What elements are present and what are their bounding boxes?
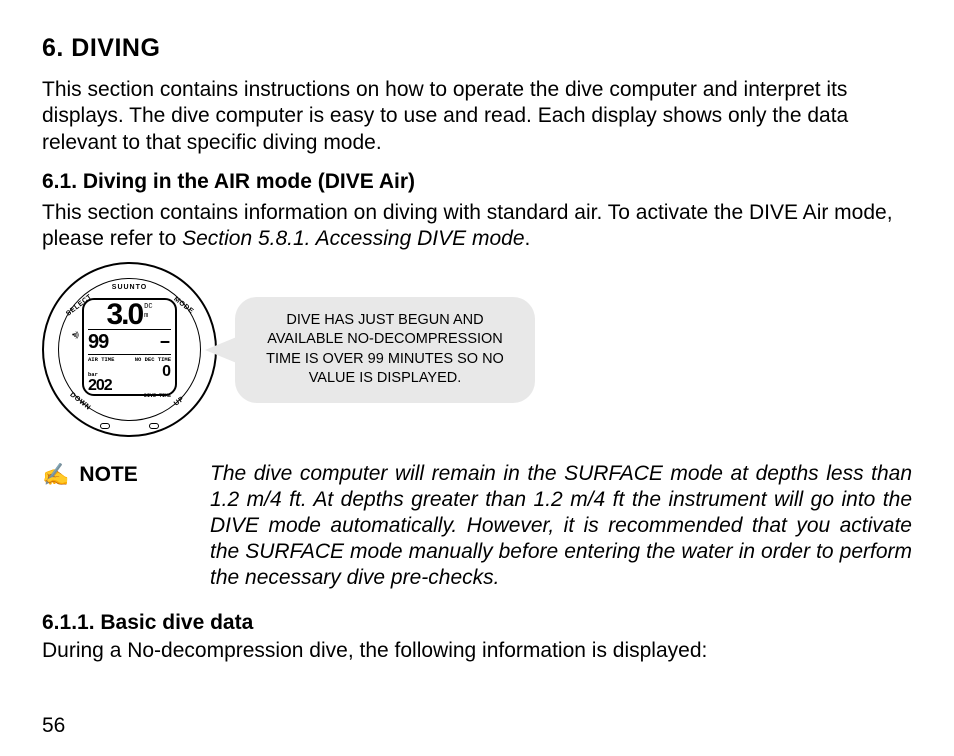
mid-row: 99 –: [88, 329, 171, 354]
nodec-label: NO DEC TIME: [135, 356, 171, 363]
note-body: The dive computer will remain in the SUR…: [210, 461, 912, 591]
page-number: 56: [42, 714, 65, 738]
watch-screen: 3.0 DC m 99 – AIR TIME NO DEC TIME bar 2…: [82, 298, 177, 396]
note-header: ✍ NOTE: [42, 461, 192, 487]
divetime-value: 0: [162, 363, 171, 381]
callout-bubble: DIVE HAS JUST BEGUN AND AVAILABLE NO-DEC…: [235, 297, 535, 403]
note-block: ✍ NOTE The dive computer will remain in …: [42, 461, 912, 591]
sub1-text-b: .: [525, 227, 531, 250]
depth-row: 3.0 DC m: [88, 302, 171, 328]
subsection-6-1-1-heading: 6.1.1. Basic dive data: [42, 611, 912, 635]
note-icon: ✍: [42, 464, 69, 486]
mid-labels: AIR TIME NO DEC TIME: [88, 354, 171, 363]
subsection-6-1-1-text: During a No-decompression dive, the foll…: [42, 639, 912, 663]
note-label: NOTE: [79, 463, 137, 487]
pressure-value: 202: [88, 377, 112, 394]
watch-lug-left: [100, 423, 110, 429]
subsection-6-1-heading: 6.1. Diving in the AIR mode (DIVE Air): [42, 170, 912, 194]
depth-dc: DC: [144, 304, 152, 311]
watch-brand: SUUNTO: [42, 284, 217, 291]
watch-lug-right: [149, 423, 159, 429]
subsection-6-1-text: This section contains information on div…: [42, 200, 912, 253]
section-heading: 6. DIVING: [42, 34, 912, 63]
bottom-row: bar 202 0: [88, 363, 171, 395]
dive-computer-illustration: SUUNTO •ıı)) SELECT MODE DOWN UP 3.0 DC …: [42, 262, 217, 437]
signal-icon: •ıı)): [72, 332, 78, 339]
air-value: 99: [88, 331, 108, 354]
section-reference: Section 5.8.1. Accessing DIVE mode: [182, 227, 524, 250]
airtime-label: AIR TIME: [88, 356, 114, 363]
depth-unit: m: [144, 313, 152, 320]
intro-paragraph: This section contains instructions on ho…: [42, 77, 912, 156]
figure-row: SUUNTO •ıı)) SELECT MODE DOWN UP 3.0 DC …: [42, 262, 912, 437]
nodec-dash: –: [159, 331, 171, 354]
depth-value: 3.0: [106, 302, 142, 328]
